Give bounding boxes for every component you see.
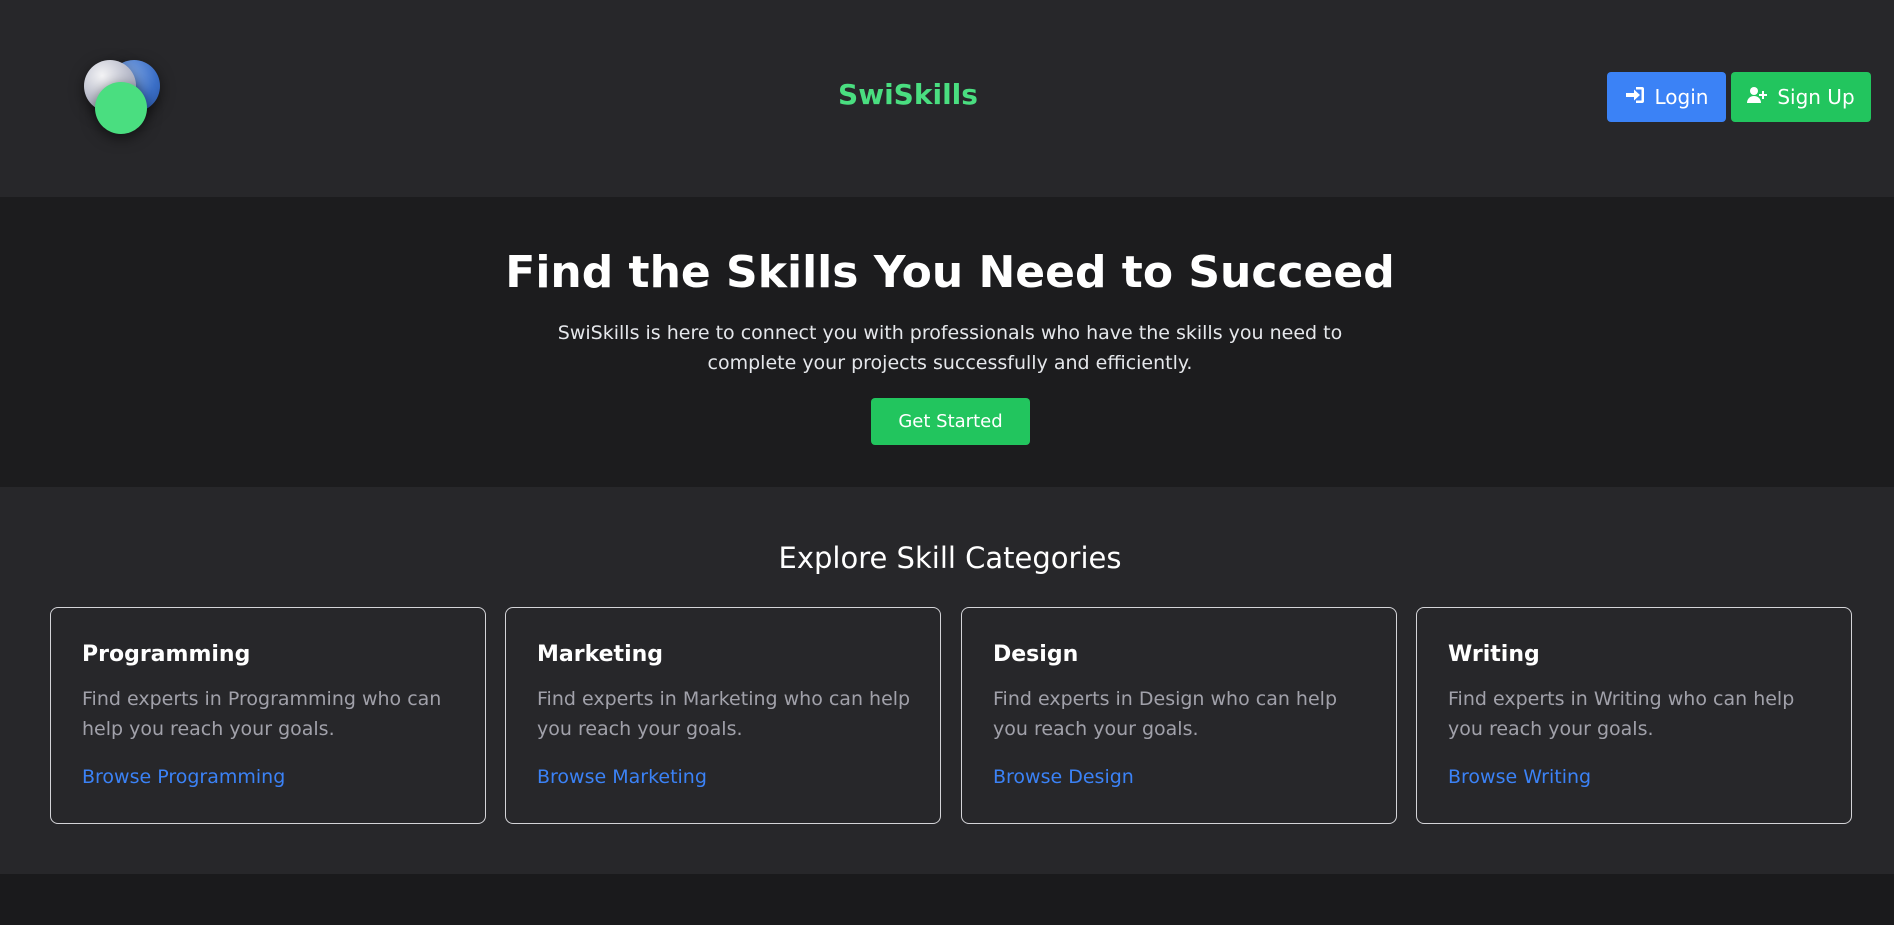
sign-up-button[interactable]: Sign Up (1731, 72, 1871, 122)
footer-strip (0, 874, 1894, 925)
login-label: Login (1654, 85, 1709, 109)
browse-writing-link[interactable]: Browse Writing (1448, 766, 1591, 788)
card-description: Find experts in Marketing who can help y… (537, 688, 911, 740)
hero-title: Find the Skills You Need to Succeed (505, 247, 1395, 298)
get-started-button[interactable]: Get Started (871, 398, 1030, 445)
card-description: Find experts in Design who can help you … (993, 688, 1338, 740)
category-card-design: Design Find experts in Design who can he… (961, 607, 1397, 824)
card-description: Find experts in Writing who can help you… (1448, 688, 1795, 740)
sign-up-label: Sign Up (1777, 85, 1855, 109)
categories-heading: Explore Skill Categories (778, 541, 1122, 575)
site-header: SwiSkills Login Sign Up (0, 0, 1894, 197)
hero-subtitle: SwiSkills is here to connect you with pr… (557, 322, 1343, 374)
card-title: Writing (1448, 642, 1540, 667)
hero-section: Find the Skills You Need to Succeed SwiS… (0, 197, 1894, 487)
brand-title: SwiSkills (838, 78, 978, 111)
browse-marketing-link[interactable]: Browse Marketing (537, 766, 707, 788)
category-card-writing: Writing Find experts in Writing who can … (1416, 607, 1852, 824)
sign-in-icon (1625, 85, 1645, 109)
card-title: Programming (82, 642, 251, 667)
category-card-programming: Programming Find experts in Programming … (50, 607, 486, 824)
browse-programming-link[interactable]: Browse Programming (82, 766, 285, 788)
category-card-marketing: Marketing Find experts in Marketing who … (505, 607, 941, 824)
login-button[interactable]: Login (1607, 72, 1726, 122)
user-plus-icon (1747, 85, 1768, 109)
browse-design-link[interactable]: Browse Design (993, 766, 1134, 788)
card-description: Find experts in Programming who can help… (82, 688, 442, 740)
card-title: Design (993, 642, 1079, 667)
card-title: Marketing (537, 642, 664, 667)
categories-section: Explore Skill Categories Programming Fin… (0, 487, 1894, 874)
